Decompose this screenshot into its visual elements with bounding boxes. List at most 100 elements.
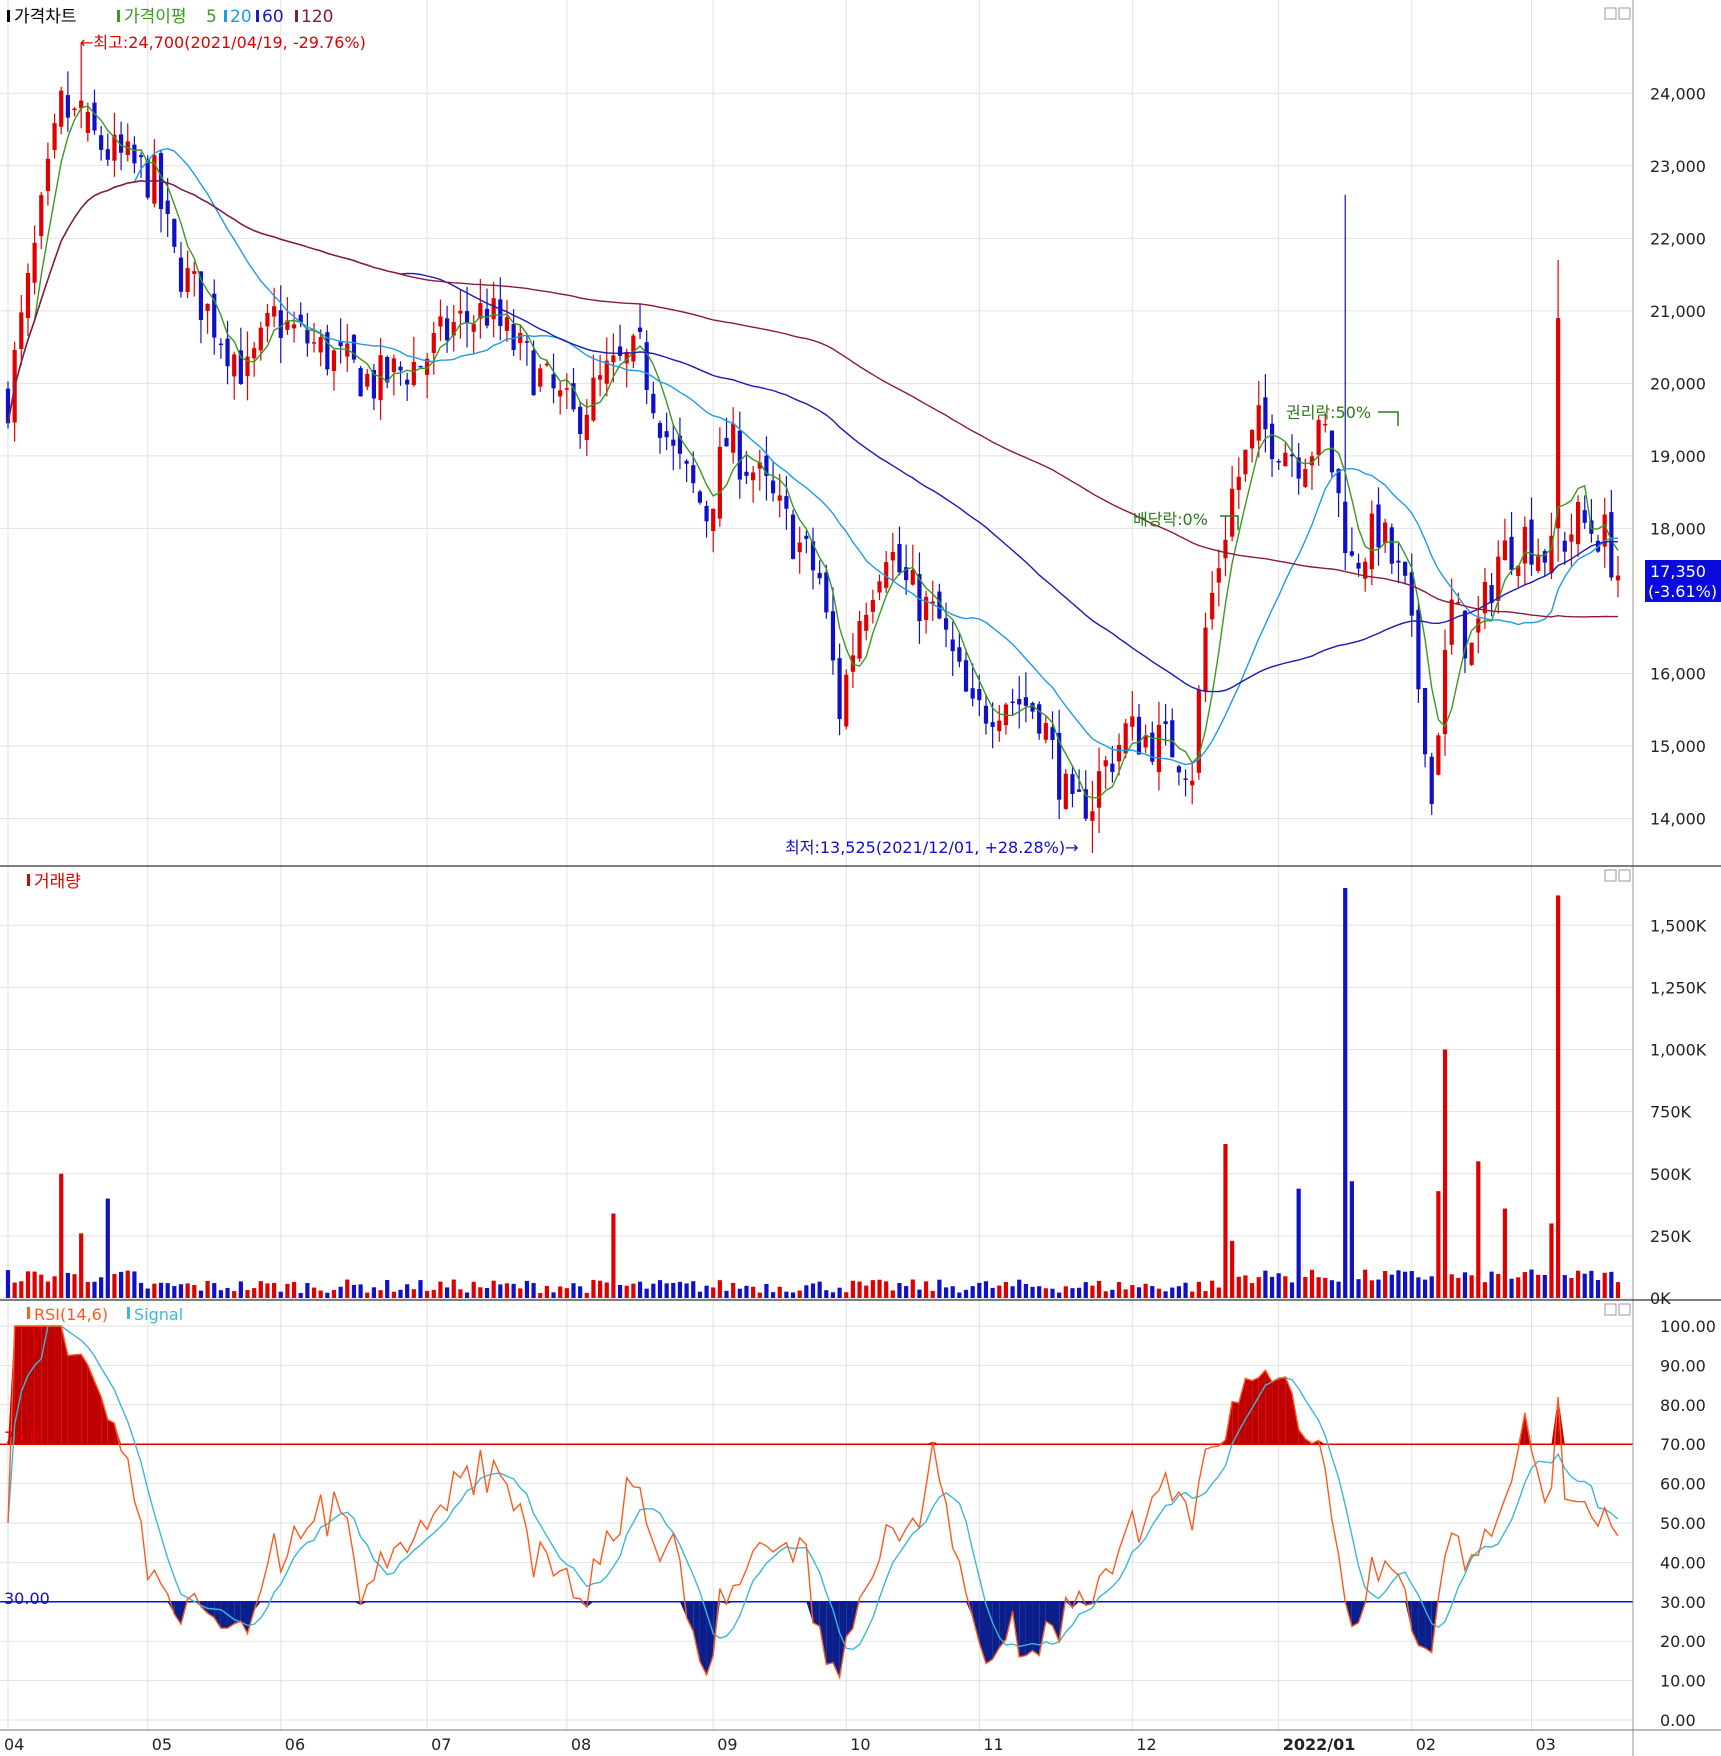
volume-bar [19, 1281, 24, 1298]
price-candle [145, 159, 150, 198]
volume-bar [1336, 1281, 1341, 1298]
price-candle [691, 465, 696, 484]
volume-bar [1569, 1277, 1574, 1298]
panel-close-icon[interactable] [1618, 7, 1631, 20]
dividend-annotation: 배당락:0% [1133, 510, 1208, 529]
volume-bar [1595, 1280, 1601, 1298]
price-candle [252, 348, 257, 359]
price-candle [438, 316, 443, 327]
volume-bar [431, 1289, 436, 1298]
volume-bar [105, 1198, 110, 1298]
volume-bar [5, 1270, 11, 1298]
price-candle [531, 350, 536, 396]
price-candle [1050, 727, 1055, 741]
rsi-overbought-fill [47, 1326, 55, 1445]
volume-bar [591, 1279, 596, 1298]
volume-bar [172, 1286, 177, 1298]
price-candle [731, 423, 736, 453]
price-candle [192, 271, 197, 274]
price-candle [311, 342, 317, 344]
ma-legend-5: 5 [206, 7, 217, 27]
volume-bar [85, 1281, 90, 1298]
volume-bar [737, 1288, 742, 1298]
volume-bar [544, 1285, 549, 1298]
rsi-overbought-fill [54, 1326, 62, 1445]
chart-canvas: 가격차트 가격이평 5 20 60 120 ←최고:24,700(2021/04… [0, 0, 1721, 1756]
volume-bar [1070, 1288, 1075, 1298]
price-candle [272, 306, 277, 317]
price-candle [584, 414, 589, 441]
rsi-title: RSI(14,6) [34, 1305, 108, 1324]
volume-bar [1017, 1279, 1022, 1298]
price-candle [970, 688, 975, 699]
ma-legend-label: 가격이평 [124, 7, 187, 27]
volume-bar [351, 1284, 357, 1298]
rsi-overbought-fill [81, 1354, 88, 1445]
price-candle [957, 647, 962, 662]
price-candle [504, 317, 510, 331]
volume-bar [484, 1287, 490, 1298]
rsi-close-icon[interactable] [1618, 1303, 1631, 1316]
price-candle [52, 123, 57, 150]
rsi-tick-label: 10.00 [1660, 1672, 1706, 1691]
volume-bar [1110, 1289, 1115, 1298]
price-candle [704, 505, 709, 522]
volume-bar [39, 1274, 44, 1298]
price-candle [790, 514, 796, 559]
volume-bar [258, 1281, 263, 1298]
volume-bar [1143, 1283, 1148, 1298]
volume-bar [291, 1281, 297, 1298]
volume-bar [1263, 1270, 1268, 1298]
volume-bar [398, 1289, 403, 1298]
price-candle [305, 329, 310, 344]
volume-bar [950, 1286, 955, 1298]
volume-bar [857, 1281, 862, 1298]
price-candle [711, 508, 716, 532]
current-price: 17,350 [1650, 562, 1706, 581]
rsi-lower-label: 30.00 [4, 1589, 50, 1608]
price-tick-label: 15,000 [1650, 737, 1706, 756]
volume-close-icon[interactable] [1618, 869, 1631, 882]
volume-bar [830, 1292, 836, 1298]
volume-bar [697, 1291, 703, 1298]
price-candle [1529, 519, 1534, 565]
volume-bar [684, 1283, 689, 1298]
volume-bar [1163, 1291, 1168, 1298]
volume-bar [1516, 1277, 1521, 1298]
panel-minimize-icon[interactable] [1604, 7, 1617, 20]
rsi-minimize-icon[interactable] [1604, 1303, 1617, 1316]
volume-bar [1210, 1280, 1215, 1298]
price-candle [458, 310, 463, 314]
price-candle [1562, 540, 1567, 552]
price-candle [218, 343, 223, 346]
volume-bar [1010, 1286, 1015, 1298]
rsi-tick-label: 70.00 [1660, 1435, 1706, 1454]
volume-bar [1469, 1275, 1474, 1298]
volume-minimize-icon[interactable] [1604, 869, 1617, 882]
volume-bar [1003, 1282, 1009, 1298]
price-tick-label: 14,000 [1650, 809, 1706, 828]
price-candle [890, 551, 895, 561]
volume-bar [797, 1290, 802, 1298]
price-candle [291, 324, 297, 329]
price-candle [444, 318, 450, 341]
volume-bar [810, 1283, 816, 1298]
volume-bar [1542, 1274, 1547, 1298]
volume-bar [1269, 1276, 1275, 1298]
price-candle [797, 542, 802, 553]
price-candle [1356, 562, 1361, 569]
rsi-upper-label: 70.0 [4, 1428, 40, 1447]
volume-tick-label: 0K [1650, 1289, 1671, 1308]
volume-bar [278, 1291, 283, 1298]
rsi-tick-label: 30.00 [1660, 1593, 1706, 1612]
volume-bar [1575, 1270, 1581, 1298]
volume-bar [185, 1283, 190, 1298]
volume-tick-label: 750K [1650, 1103, 1692, 1122]
volume-bar [32, 1271, 37, 1298]
volume-bar [451, 1279, 456, 1298]
volume-bar [1363, 1269, 1368, 1298]
rsi-oversold-fill [985, 1601, 993, 1664]
price-candle [1116, 744, 1122, 762]
volume-bar [1309, 1269, 1315, 1298]
x-tick-label: 08 [571, 1735, 591, 1754]
